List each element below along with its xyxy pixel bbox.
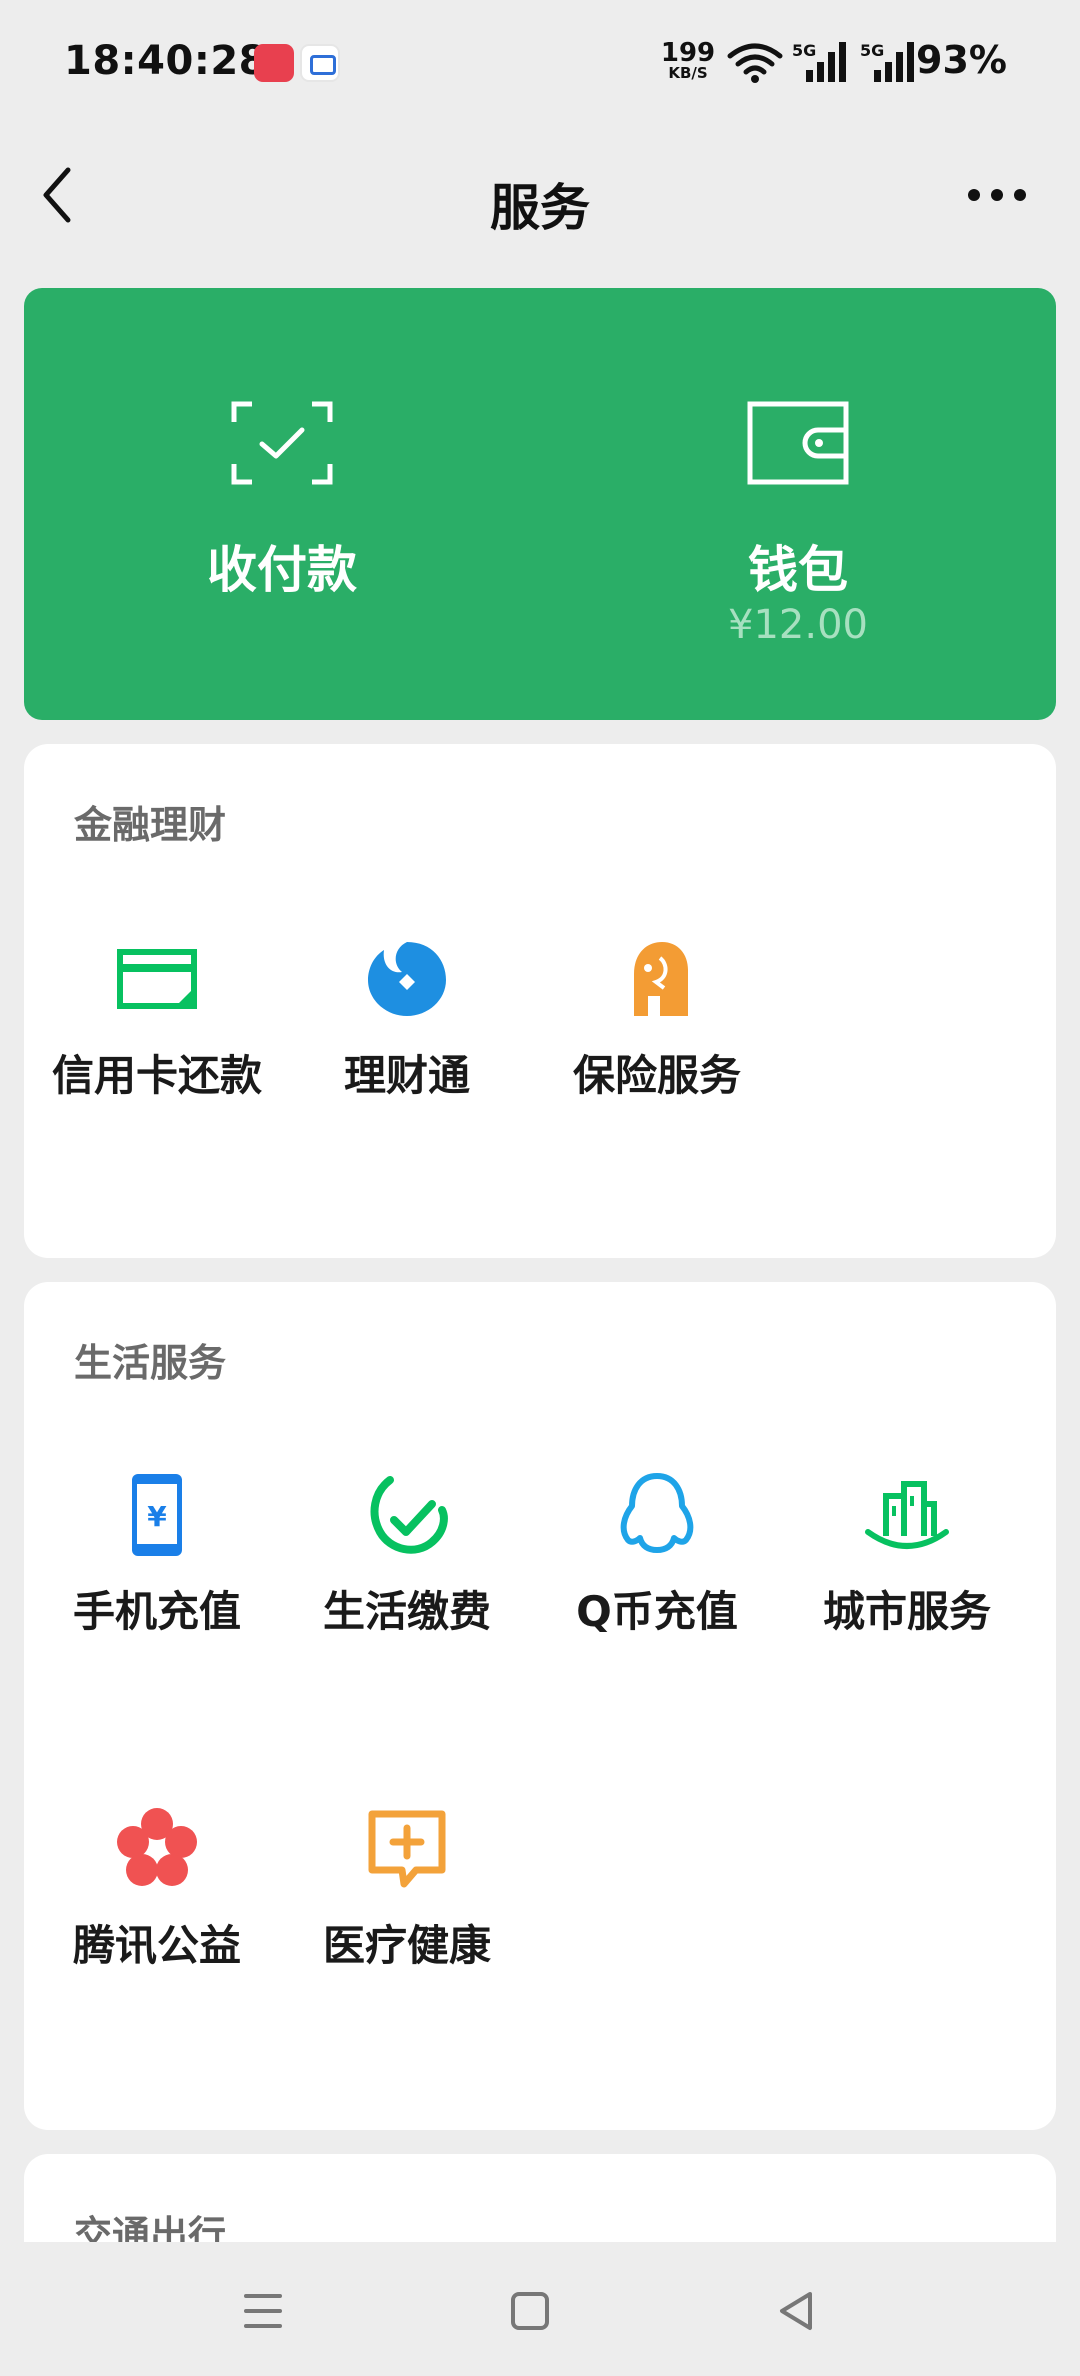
status-time: 18:40:28 [64,38,267,84]
utility-payment-button[interactable]: 生活缴费 [282,1470,532,1670]
tencent-charity-button[interactable]: 腾讯公益 [32,1804,282,2004]
pay-receive-button[interactable]: 收付款 [24,288,540,720]
pay-receive-label: 收付款 [207,541,357,599]
system-back-icon[interactable] [772,2286,822,2336]
system-navigation-bar [0,2242,1080,2376]
signal-icon-2: 5G [860,41,914,82]
wallet-amount: ¥12.00 [728,602,868,648]
wallet-button[interactable]: 钱包 ¥12.00 [540,288,1056,720]
phone-yuan-icon: ¥ [132,1474,182,1556]
menu-icon[interactable] [238,2286,288,2336]
medical-icon [368,1810,446,1888]
wallet-icon [747,401,849,485]
finance-section: 金融理财 信用卡还款 理财通 保险服务 [24,744,1056,1258]
signal-icon: 5G [792,41,846,82]
scan-check-icon [231,401,333,485]
section-title: 生活服务 [74,1341,227,1385]
cloud-app-notification-icon [300,44,340,82]
check-circle-icon [370,1476,448,1554]
wallet-label: 钱包 [748,541,848,599]
svg-text:5G: 5G [860,41,884,60]
penguin-icon [620,1473,694,1553]
licaitong-button[interactable]: 理财通 [282,934,532,1134]
medical-health-button[interactable]: 医疗健康 [282,1804,532,2004]
battery-level: 93% [916,38,1007,82]
insurance-icon [634,942,688,1016]
credit-card-icon [117,949,197,1009]
svg-text:¥: ¥ [147,1500,167,1533]
pay-card: 收付款 钱包 ¥12.00 [24,288,1056,720]
credit-card-repay-button[interactable]: 信用卡还款 [32,934,282,1134]
qcoin-topup-button[interactable]: Q币充值 [532,1470,782,1670]
licaitong-icon [368,942,446,1016]
app-notification-icon [254,44,294,82]
city-icon [865,1481,949,1549]
mobile-topup-button[interactable]: ¥ 手机充值 [32,1470,282,1670]
flower-icon [117,1808,197,1886]
wifi-icon [727,43,783,83]
insurance-button[interactable]: 保险服务 [532,934,782,1134]
city-services-button[interactable]: 城市服务 [782,1470,1032,1670]
more-icon[interactable] [962,170,1032,220]
home-icon[interactable] [505,2286,555,2336]
life-services-section: 生活服务 ¥ 手机充值 生活缴费 Q币充值 城市服务 腾讯公益 医疗健康 [24,1282,1056,2130]
status-bar: 18:40:28 199 KB/S 5G 5G 93% [0,0,1080,130]
page-title: 服务 [490,179,590,237]
section-title: 金融理财 [74,803,227,847]
nav-bar: 服务 [0,130,1080,260]
svg-text:5G: 5G [792,41,816,60]
network-speed: 199 KB/S [660,38,716,82]
services-page: 18:40:28 199 KB/S 5G 5G 93% 服务 收付款 钱包 ¥1… [0,0,1080,2376]
